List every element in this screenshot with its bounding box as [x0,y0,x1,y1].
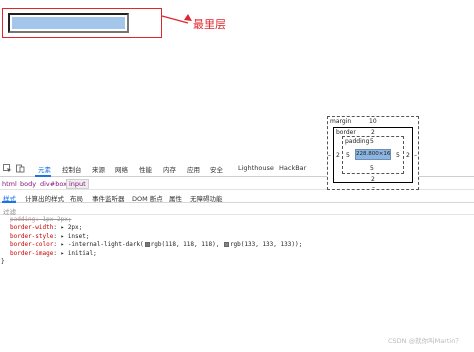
subtab-accessibility[interactable]: 无障碍功能 [190,193,223,203]
padding-label: padding [345,138,370,145]
breadcrumb-div-box[interactable]: div#box [40,180,67,188]
subtab-properties[interactable]: 属性 [169,193,182,203]
tab-memory[interactable]: 内存 [163,164,176,174]
subtab-layout[interactable]: 布局 [70,193,83,203]
prop-name: padding [10,216,36,223]
color-swatch-1[interactable] [144,242,150,248]
margin-top-value[interactable]: 10 [369,118,377,125]
prop-name: border-image [10,249,54,257]
tab-lighthouse[interactable]: Lighthouse [238,164,274,172]
padding-right-value[interactable]: 5 [396,152,400,159]
active-tab-indicator [35,175,51,177]
margin-bottom-value[interactable]: – [372,184,375,191]
border-label: border [336,129,356,136]
csdn-watermark: CSDN @就你叫Martin？ [388,337,462,345]
subtab-dom-breakpoints[interactable]: DOM 断点 [132,193,163,203]
padding-bottom-value[interactable]: 5 [370,165,374,172]
active-subtab-indicator [2,201,16,203]
device-toolbar-icon[interactable] [16,164,25,173]
breadcrumb-input[interactable]: input [66,179,89,189]
tab-hackbar[interactable]: HackBar [279,164,306,172]
border-bottom-value[interactable]: 2 [371,176,375,183]
prop-value-func: -internal-light-dark( [67,241,144,249]
border-top-value[interactable]: 2 [371,129,375,136]
tab-elements[interactable]: 元素 [38,164,51,174]
style-rule-border-style[interactable]: border-style: ▸ inset; [0,233,474,241]
inspect-element-icon[interactable] [3,164,12,173]
prop-value: 2px; [67,224,83,232]
margin-right-value[interactable]: – [414,152,417,159]
style-rule-border-color[interactable]: border-color: ▸ -internal-light-dark(rgb… [0,241,474,249]
filter-placeholder: 过滤 [3,208,16,216]
prop-value-color1: rgb(118, 118, 118), [150,241,220,249]
annotation-label: 最里层 [193,18,226,31]
prop-value: initial; [67,249,97,257]
margin-label: margin [330,118,352,125]
styles-pane: padding: 1px 2px; border-width: ▸ 2px; b… [0,216,474,266]
breadcrumb-body[interactable]: body [20,180,36,188]
breadcrumb-html[interactable]: html [2,180,17,188]
tab-network[interactable]: 网络 [115,164,128,174]
tab-sources[interactable]: 来源 [92,164,105,174]
subtab-event-listeners[interactable]: 事件监听器 [92,193,125,203]
style-rule-padding[interactable]: padding: 1px 2px; [0,216,474,224]
annotation-arrow-icon [161,14,192,24]
color-swatch-2[interactable] [223,242,229,248]
prop-value: inset; [67,232,90,240]
subtab-computed[interactable]: 计算出的样式 [25,193,64,203]
styles-subtabs: 样式 计算出的样式 布局 事件监听器 DOM 断点 属性 无障碍功能 [0,190,474,203]
prop-value: 1px 2px; [42,216,72,223]
rule-close-brace: } [1,258,5,266]
box-model-content[interactable]: 228.800×16 [355,149,391,160]
inset-input-preview [8,13,129,33]
border-left-value[interactable]: 2 [336,152,340,159]
prop-value-color2: rgb(133, 133, 133)); [229,241,303,249]
border-right-value[interactable]: 2 [406,152,410,159]
tab-performance[interactable]: 性能 [139,164,152,174]
style-rule-border-width[interactable]: border-width: ▸ 2px; [0,224,474,232]
padding-top-value[interactable]: 5 [370,138,374,145]
styles-filter-input[interactable]: 过滤 [0,204,474,216]
padding-left-value[interactable]: 5 [346,152,350,159]
prop-name: border-color [10,241,54,249]
tab-security[interactable]: 安全 [210,164,223,174]
style-rule-border-image[interactable]: border-image: ▸ initial; [0,250,474,258]
tab-console[interactable]: 控制台 [62,164,82,174]
tab-application[interactable]: 应用 [187,164,200,174]
prop-name: border-width [10,224,54,232]
input-content-area [12,17,125,29]
prop-name: border-style [10,232,54,240]
margin-left-value[interactable]: – [328,152,331,159]
